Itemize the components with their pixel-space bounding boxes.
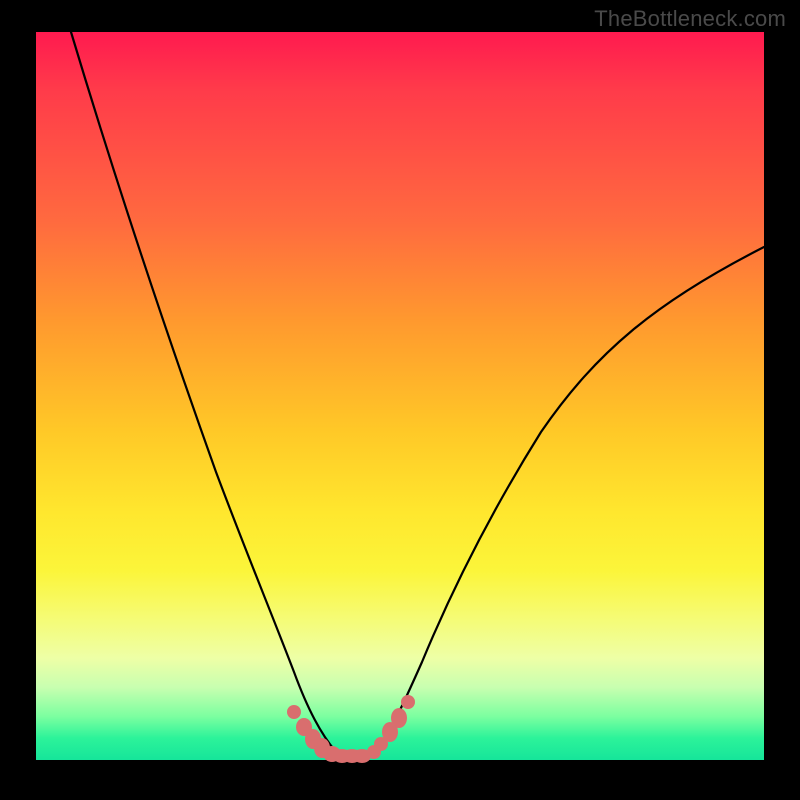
watermark-text: TheBottleneck.com xyxy=(594,6,786,32)
curve-layer xyxy=(36,32,764,760)
chart-stage: TheBottleneck.com xyxy=(0,0,800,800)
plot-area xyxy=(36,32,764,760)
left-curve xyxy=(71,32,336,752)
valley-markers xyxy=(287,695,415,763)
right-curve xyxy=(375,247,764,754)
